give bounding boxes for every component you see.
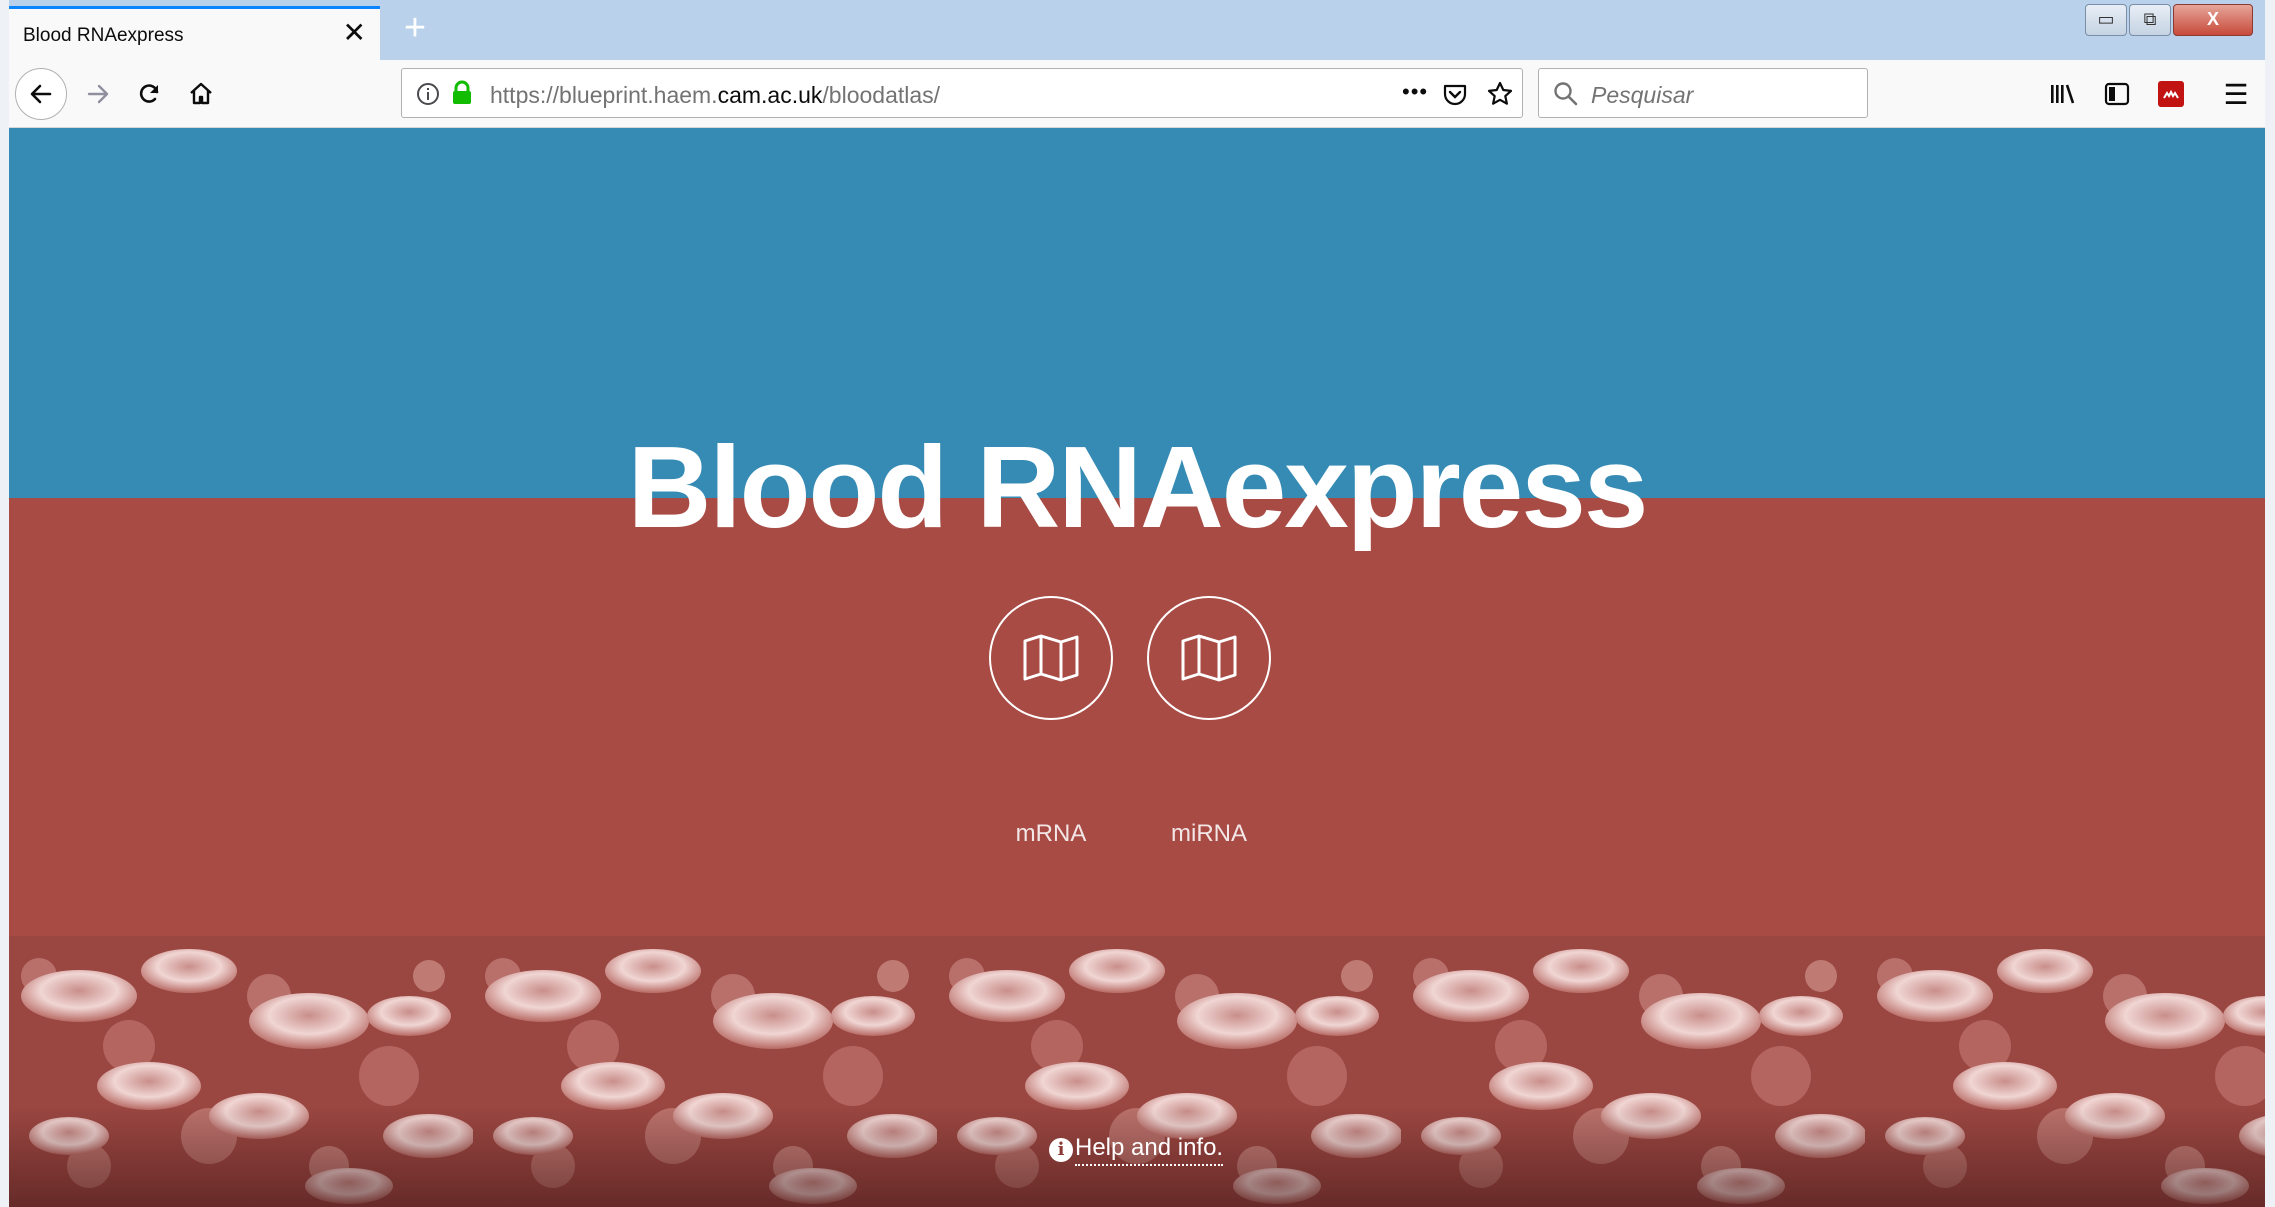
bookmark-star-icon[interactable] (1486, 80, 1514, 108)
minimize-icon: ▭ (2097, 9, 2115, 29)
pocket-icon[interactable] (1442, 81, 1468, 107)
home-button[interactable] (178, 71, 224, 117)
help-link[interactable]: i Help and info. (1049, 1134, 1224, 1166)
tab-blood-rnaexpress[interactable]: Blood RNAexpress ✕ (9, 6, 380, 60)
mirna-label[interactable]: miRNA (1147, 820, 1271, 848)
url-bar[interactable]: https://blueprint.haem.cam.ac.uk/bloodat… (401, 68, 1523, 118)
map-icon (1181, 634, 1237, 682)
mrna-button[interactable] (989, 596, 1113, 720)
page-title: Blood RNAexpress (627, 422, 1649, 552)
map-icon (1023, 634, 1079, 682)
minimize-button[interactable]: ▭ (2085, 4, 2127, 36)
mirna-button[interactable] (1147, 596, 1271, 720)
url-text[interactable]: https://blueprint.haem.cam.ac.uk/bloodat… (490, 82, 940, 109)
reload-button[interactable] (126, 71, 172, 117)
search-placeholder: Pesquisar (1591, 82, 1694, 108)
blood-cells-banner-image (9, 936, 2265, 1207)
sidebar-icon (2104, 82, 2130, 106)
page-content: Blood RNAexpress mRNA miRNA i Help and i… (9, 128, 2265, 1207)
info-circle-icon[interactable] (416, 82, 440, 106)
reload-icon (139, 84, 159, 103)
blood-cells-illustration (9, 936, 2265, 1207)
secure-lock-icon[interactable] (450, 80, 474, 106)
mrna-label[interactable]: mRNA (989, 820, 1113, 848)
new-tab-button[interactable]: + (393, 6, 437, 50)
restore-icon: ⧉ (2143, 9, 2157, 29)
extension-button[interactable] (2148, 71, 2194, 117)
info-icon: i (1049, 1138, 1073, 1162)
back-button[interactable] (15, 68, 67, 120)
url-path: /bloodatlas/ (822, 82, 941, 108)
url-domain: cam.ac.uk (717, 82, 823, 108)
library-button[interactable] (2040, 71, 2086, 117)
sidebar-button[interactable] (2094, 71, 2140, 117)
forward-button[interactable] (75, 71, 121, 117)
search-icon (1554, 82, 1578, 106)
library-icon (2051, 84, 2075, 104)
tab-title: Blood RNAexpress (23, 25, 184, 46)
window-frame-left (0, 0, 9, 1207)
back-arrow-icon (30, 84, 52, 104)
navigation-toolbar: https://blueprint.haem.cam.ac.uk/bloodat… (9, 60, 2265, 128)
close-window-button[interactable]: X (2173, 4, 2253, 36)
window-controls: ▭ ⧉ X (2083, 4, 2253, 36)
restore-button[interactable]: ⧉ (2129, 4, 2171, 36)
home-icon (190, 82, 212, 105)
extension-icon (2158, 81, 2184, 107)
hamburger-menu-icon: ☰ (2223, 78, 2249, 110)
close-window-icon: X (2206, 9, 2219, 29)
window-frame-right (2265, 0, 2275, 1207)
close-tab-icon[interactable]: ✕ (343, 19, 366, 47)
menu-button[interactable]: ☰ (2213, 71, 2259, 117)
search-bar[interactable]: Pesquisar (1538, 68, 1868, 118)
help-link-text[interactable]: Help and info. (1075, 1134, 1224, 1166)
url-prefix: https://blueprint.haem. (490, 82, 718, 108)
forward-arrow-icon (87, 84, 109, 104)
page-actions-icon[interactable]: ••• (1402, 79, 1428, 105)
tab-strip: Blood RNAexpress ✕ + ▭ ⧉ X (9, 0, 2265, 60)
